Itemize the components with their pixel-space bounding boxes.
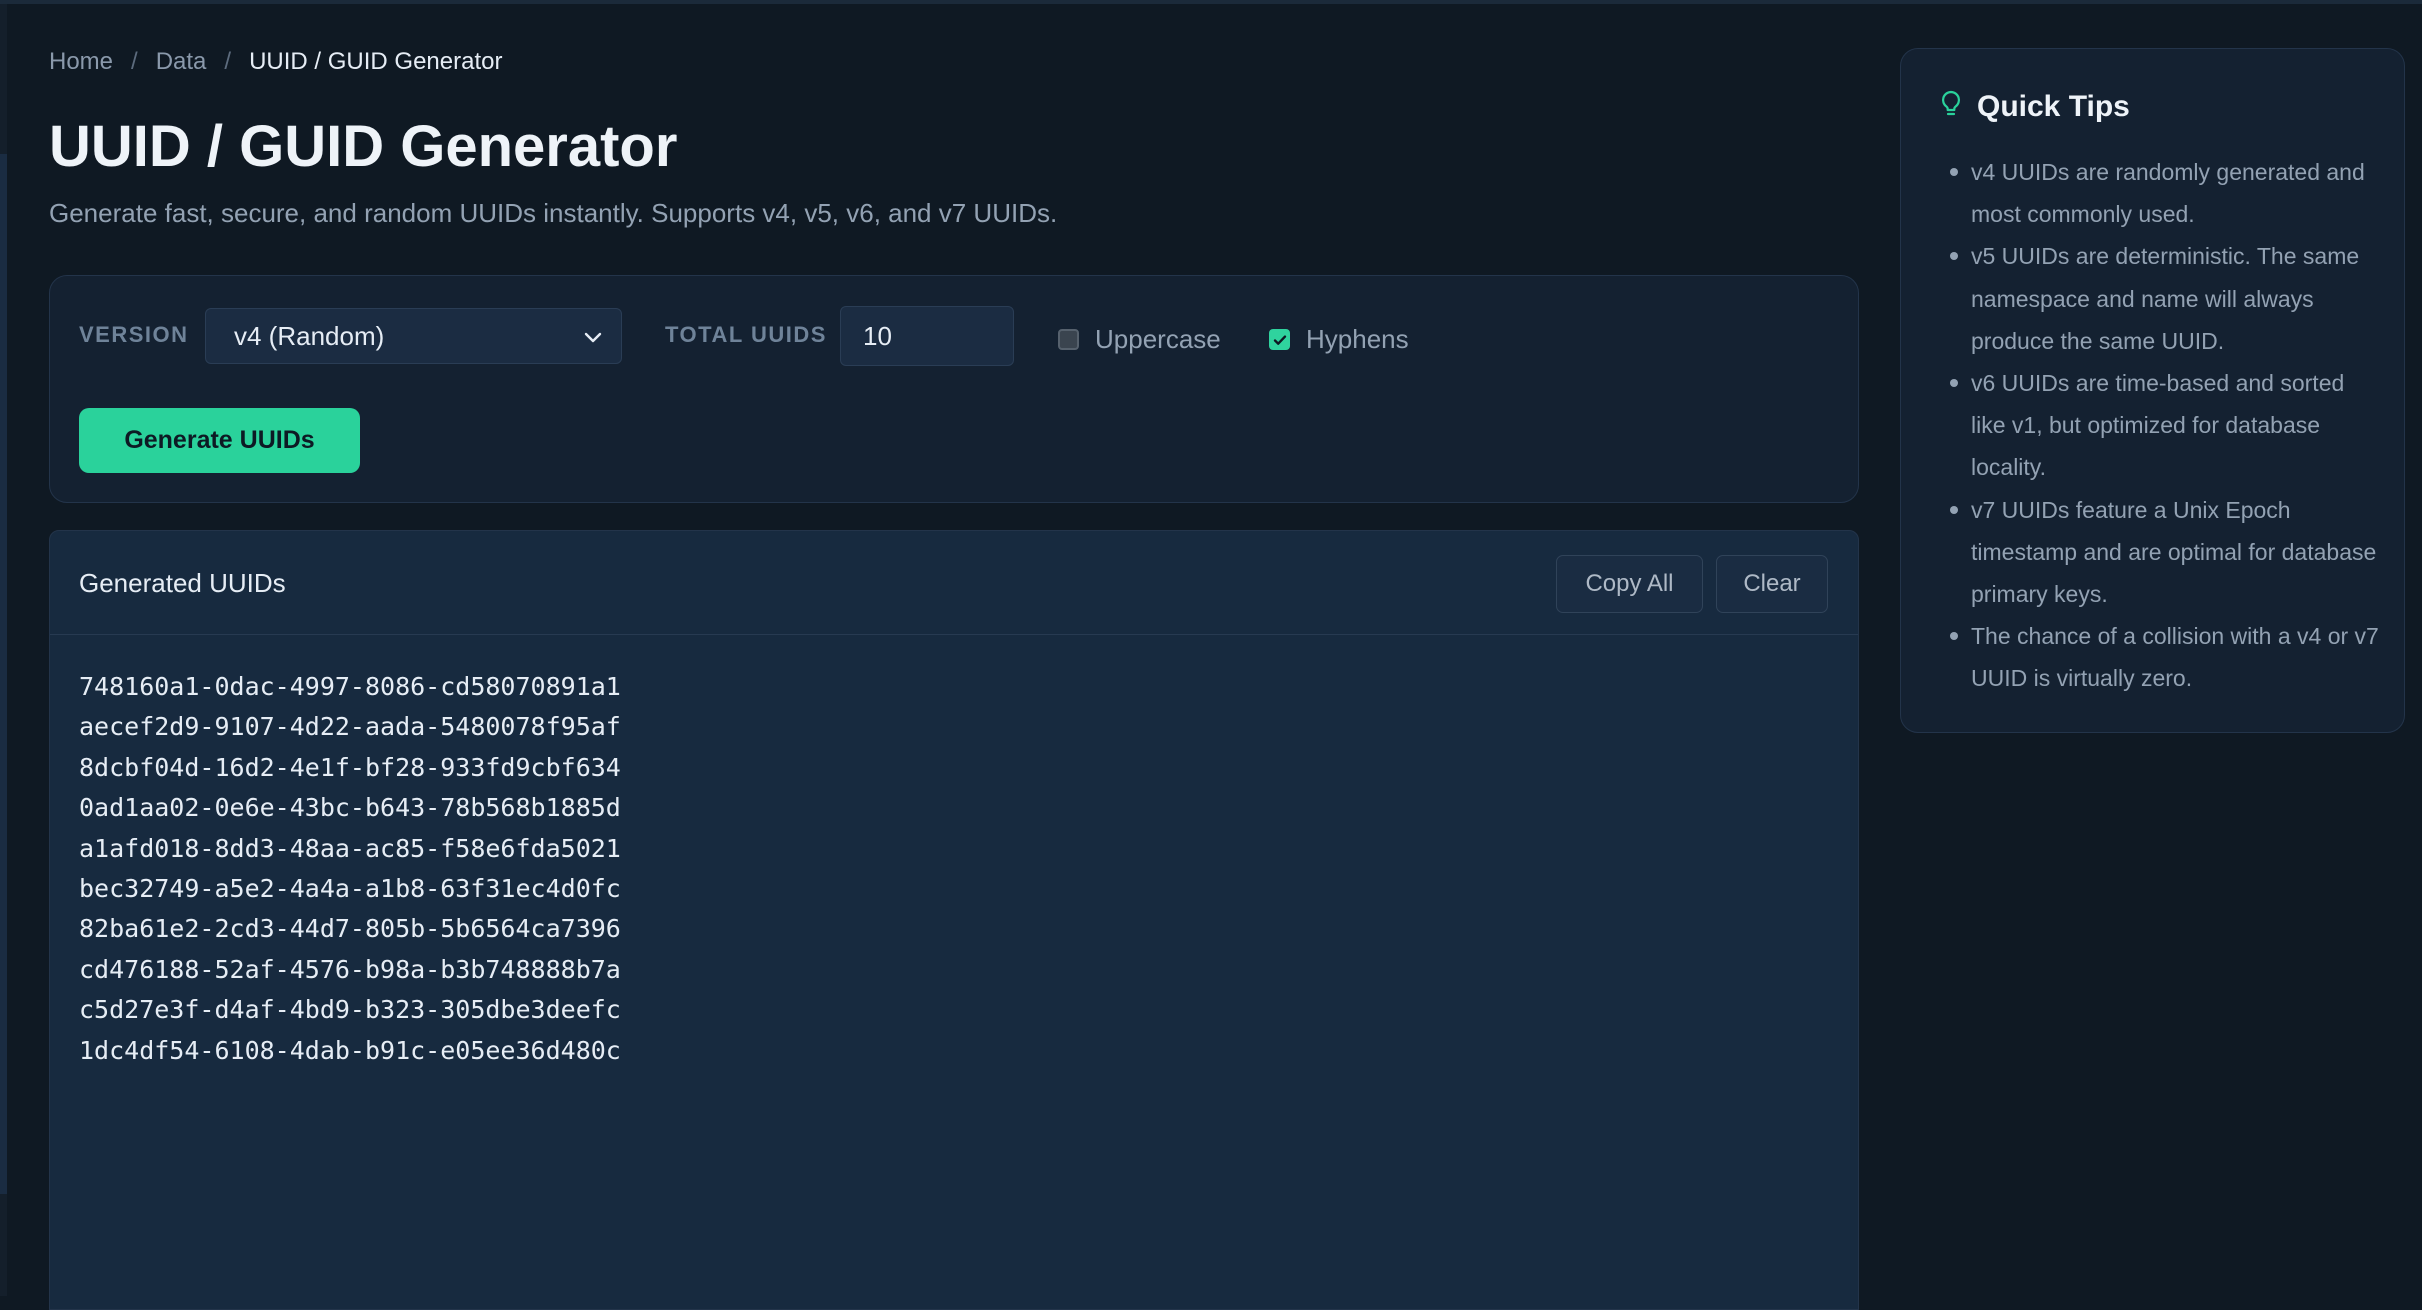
total-uuids-input[interactable] <box>840 306 1014 366</box>
uppercase-label: Uppercase <box>1095 324 1221 354</box>
uuid-line: 748160a1-0dac-4997-8086-cd58070891a1 <box>79 672 621 701</box>
output-header: Generated UUIDs Copy All Clear <box>50 531 1858 635</box>
quick-tips-list: v4 UUIDs are randomly generated and most… <box>1929 151 2379 700</box>
quick-tips-card: Quick Tips v4 UUIDs are randomly generat… <box>1900 48 2405 733</box>
hyphens-checkbox[interactable]: Hyphens <box>1269 324 1409 355</box>
left-sidebar-edge <box>0 4 7 1296</box>
tip-item: The chance of a collision with a v4 or v… <box>1929 615 2379 699</box>
options-panel: VERSION v4 (Random) TOTAL UUIDS Uppercas… <box>49 275 1859 503</box>
breadcrumb: Home / Data / UUID / GUID Generator <box>49 48 502 76</box>
breadcrumb-current: UUID / GUID Generator <box>249 48 503 75</box>
hyphens-checkbox-box[interactable] <box>1269 329 1290 350</box>
tip-item: v6 UUIDs are time-based and sorted like … <box>1929 362 2379 489</box>
quick-tips-title: Quick Tips <box>1977 89 2130 123</box>
uuid-line: cd476188-52af-4576-b98a-b3b748888b7a <box>79 954 621 984</box>
lightbulb-icon <box>1939 89 1963 124</box>
version-label: VERSION <box>79 322 189 347</box>
version-select[interactable]: v4 (Random) <box>205 308 622 364</box>
output-title: Generated UUIDs <box>79 568 286 598</box>
uppercase-checkbox-box[interactable] <box>1058 329 1079 350</box>
hyphens-label: Hyphens <box>1306 324 1409 354</box>
top-border <box>0 0 2422 4</box>
version-select-value: v4 (Random) <box>234 320 385 351</box>
uuid-line: aecef2d9-9107-4d22-aada-5480078f95af <box>79 712 621 742</box>
uuid-line: a1afd018-8dd3-48aa-ac85-f58e6fda5021 <box>79 833 621 863</box>
uuid-line: 82ba61e2-2cd3-44d7-805b-5b6564ca7396 <box>79 914 621 944</box>
breadcrumb-home-link[interactable]: Home <box>49 48 113 76</box>
uuid-output-list[interactable]: 748160a1-0dac-4997-8086-cd58070891a1 aec… <box>79 667 621 1071</box>
uuid-line: bec32749-a5e2-4a4a-a1b8-63f31ec4d0fc <box>79 874 621 904</box>
checkmark-icon <box>1273 334 1286 345</box>
breadcrumb-separator: / <box>131 48 138 75</box>
page-subtitle: Generate fast, secure, and random UUIDs … <box>49 198 1058 228</box>
uuid-line: c5d27e3f-d4af-4bd9-b323-305dbe3deefc <box>79 995 621 1025</box>
breadcrumb-data-link[interactable]: Data <box>156 48 207 76</box>
tip-item: v4 UUIDs are randomly generated and most… <box>1929 151 2379 235</box>
breadcrumb-separator: / <box>224 48 232 75</box>
total-uuids-label: TOTAL UUIDS <box>665 322 827 347</box>
tip-item: v5 UUIDs are deterministic. The same nam… <box>1929 235 2379 362</box>
sidebar-accent-strip <box>0 154 7 1194</box>
uuid-line: 1dc4df54-6108-4dab-b91c-e05ee36d480c <box>79 1035 621 1065</box>
clear-button[interactable]: Clear <box>1716 555 1828 613</box>
uuid-line: 8dcbf04d-16d2-4e1f-bf28-933fd9cbf634 <box>79 752 621 782</box>
output-panel: Generated UUIDs Copy All Clear 748160a1-… <box>49 530 1859 1310</box>
copy-all-button[interactable]: Copy All <box>1556 555 1703 613</box>
quick-tips-header: Quick Tips <box>1939 89 2130 124</box>
tip-item: v7 UUIDs feature a Unix Epoch timestamp … <box>1929 489 2379 616</box>
uppercase-checkbox[interactable]: Uppercase <box>1058 324 1221 355</box>
page-title: UUID / GUID Generator <box>49 114 678 179</box>
generate-uuids-button[interactable]: Generate UUIDs <box>79 408 360 473</box>
uuid-line: 0ad1aa02-0e6e-43bc-b643-78b568b1885d <box>79 793 621 823</box>
chevron-down-icon <box>581 325 605 356</box>
